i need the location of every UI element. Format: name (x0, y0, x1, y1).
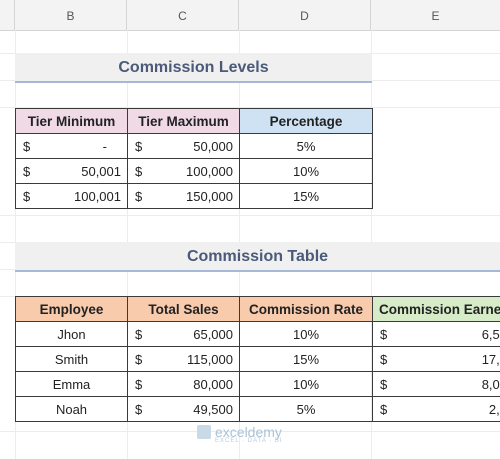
exceldemy-logo-icon (197, 425, 211, 439)
table-row: $ - $50,000 5% (15, 133, 373, 159)
commission-table: Employee Total Sales Commission Rate Com… (15, 296, 500, 422)
cell-employee[interactable]: Emma (15, 371, 128, 397)
cell-percentage[interactable]: 15% (239, 183, 373, 209)
commission-levels-title: Commission Levels (15, 53, 372, 83)
header-commission-earned[interactable]: Commission Earne (372, 296, 500, 322)
cell-tier-maximum[interactable]: $150,000 (127, 183, 240, 209)
cell-commission-rate[interactable]: 10% (239, 371, 373, 397)
column-header-b[interactable]: B (15, 0, 127, 30)
table-row: $50,001 $100,000 10% (15, 158, 373, 184)
header-employee[interactable]: Employee (15, 296, 128, 322)
cell-tier-maximum[interactable]: $100,000 (127, 158, 240, 184)
table-header-row: Tier Minimum Tier Maximum Percentage (15, 108, 373, 134)
header-tier-maximum[interactable]: Tier Maximum (127, 108, 240, 134)
column-header-a[interactable] (0, 0, 15, 30)
exceldemy-watermark: exceldemy EXCEL · DATA · BI (197, 424, 283, 444)
cell-commission-rate[interactable]: 10% (239, 321, 373, 347)
cell-employee[interactable]: Noah (15, 396, 128, 422)
commission-levels-table: Tier Minimum Tier Maximum Percentage $ - … (15, 108, 373, 209)
cell-tier-maximum[interactable]: $50,000 (127, 133, 240, 159)
cell-commission-earned[interactable]: $8,00 (372, 371, 500, 397)
header-commission-rate[interactable]: Commission Rate (239, 296, 373, 322)
watermark-tagline: EXCEL · DATA · BI (215, 438, 283, 444)
cell-commission-rate[interactable]: 5% (239, 396, 373, 422)
table-row: Emma $80,000 10% $8,00 (15, 371, 500, 397)
table-row: $100,001 $150,000 15% (15, 183, 373, 209)
cell-total-sales[interactable]: $49,500 (127, 396, 240, 422)
cell-tier-minimum[interactable]: $100,001 (15, 183, 128, 209)
cell-commission-earned[interactable]: $17,2 (372, 346, 500, 372)
table-row: Smith $115,000 15% $17,2 (15, 346, 500, 372)
cell-commission-earned[interactable]: $2,4 (372, 396, 500, 422)
cell-employee[interactable]: Smith (15, 346, 128, 372)
cell-tier-minimum[interactable]: $ - (15, 133, 128, 159)
cell-percentage[interactable]: 10% (239, 158, 373, 184)
table-header-row: Employee Total Sales Commission Rate Com… (15, 296, 500, 322)
table-row: Jhon $65,000 10% $6,50 (15, 321, 500, 347)
cell-percentage[interactable]: 5% (239, 133, 373, 159)
cell-tier-minimum[interactable]: $50,001 (15, 158, 128, 184)
header-percentage[interactable]: Percentage (239, 108, 373, 134)
header-total-sales[interactable]: Total Sales (127, 296, 240, 322)
column-header-d[interactable]: D (239, 0, 371, 30)
column-header-e[interactable]: E (371, 0, 500, 30)
cell-total-sales[interactable]: $80,000 (127, 371, 240, 397)
column-header-c[interactable]: C (127, 0, 239, 30)
cell-commission-earned[interactable]: $6,50 (372, 321, 500, 347)
column-header-bar: B C D E (0, 0, 500, 31)
cell-commission-rate[interactable]: 15% (239, 346, 373, 372)
header-tier-minimum[interactable]: Tier Minimum (15, 108, 128, 134)
cell-employee[interactable]: Jhon (15, 321, 128, 347)
cell-total-sales[interactable]: $115,000 (127, 346, 240, 372)
commission-table-title: Commission Table (15, 242, 500, 272)
table-row: Noah $49,500 5% $2,4 (15, 396, 500, 422)
cell-total-sales[interactable]: $65,000 (127, 321, 240, 347)
